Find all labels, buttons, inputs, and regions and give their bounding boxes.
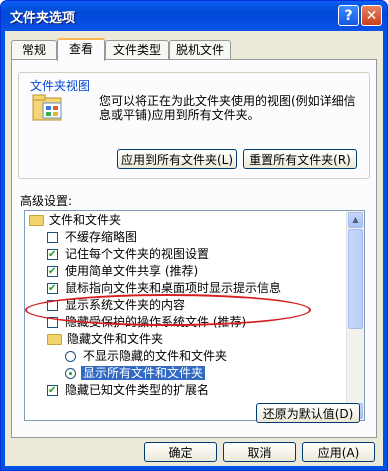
- apply-to-all-folders-button[interactable]: 应用到所有文件夹(L): [117, 149, 237, 169]
- checkbox[interactable]: [47, 246, 58, 263]
- checkbox[interactable]: [47, 300, 58, 311]
- vertical-scrollbar[interactable]: ▲ ▼: [346, 211, 364, 420]
- option-show-hidden[interactable]: 显示所有文件和文件夹: [65, 365, 206, 382]
- option-show-system-folder-contents[interactable]: 显示系统文件夹的内容: [47, 297, 185, 314]
- tree-folder-hidden-files: 隐藏文件和文件夹: [47, 331, 163, 348]
- checkbox[interactable]: [47, 317, 58, 328]
- apply-button[interactable]: 应用(A): [302, 442, 375, 462]
- checkbox[interactable]: [47, 263, 58, 280]
- help-button[interactable]: ?: [338, 5, 359, 26]
- tab-file-types[interactable]: 文件类型: [105, 40, 169, 59]
- option-hide-known-extensions[interactable]: 隐藏已知文件类型的扩展名: [47, 382, 209, 399]
- folder-icon: [47, 334, 62, 345]
- view-tab-panel: 文件夹视图 您可以将正在为此文件夹使用的视图(例如详细信息或平铺)应用到所有文件…: [11, 59, 377, 438]
- option-remember-view-settings[interactable]: 记住每个文件夹的视图设置: [47, 246, 209, 263]
- tab-offline-files[interactable]: 脱机文件: [169, 40, 231, 59]
- folder-views-description: 您可以将正在为此文件夹使用的视图(例如详细信息或平铺)应用到所有文件夹。: [99, 94, 356, 122]
- restore-defaults-button[interactable]: 还原为默认值(D): [256, 403, 360, 423]
- title-bar[interactable]: 文件夹选项 ? ✕: [1, 1, 387, 31]
- radio-button[interactable]: [65, 351, 76, 362]
- option-no-thumbnail-cache[interactable]: 不缓存缩略图: [47, 229, 137, 246]
- tree-folder-files-and-folders: 文件和文件夹: [29, 212, 121, 229]
- tab-general[interactable]: 常规: [11, 40, 57, 59]
- tab-view[interactable]: 查看: [57, 38, 105, 61]
- checkbox[interactable]: [47, 280, 58, 297]
- radio-button[interactable]: [65, 368, 76, 379]
- option-show-popup-description[interactable]: 鼠标指向文件夹和桌面项时显示提示信息: [47, 280, 281, 297]
- window-title: 文件夹选项: [10, 11, 76, 26]
- reset-all-folders-button[interactable]: 重置所有文件夹(R): [243, 149, 357, 169]
- advanced-settings-tree[interactable]: 文件和文件夹 不缓存缩略图 记住每个文件夹的视图设置 使用简单文件共享 (推荐)…: [24, 210, 365, 421]
- ok-button[interactable]: 确定: [144, 442, 217, 462]
- dialog-body: 常规 查看 文件类型 脱机文件 文件夹视图 您可以将正在为此文件夹使用的视图(例…: [5, 31, 383, 466]
- scroll-up-arrow-icon[interactable]: ▲: [348, 212, 363, 228]
- scroll-thumb[interactable]: [348, 229, 363, 329]
- close-button[interactable]: ✕: [361, 5, 382, 26]
- option-do-not-show-hidden[interactable]: 不显示隐藏的文件和文件夹: [65, 348, 227, 365]
- checkbox[interactable]: [47, 232, 58, 243]
- option-hide-protected-os-files[interactable]: 隐藏受保护的操作系统文件 (推荐): [47, 314, 246, 331]
- option-simple-file-sharing[interactable]: 使用简单文件共享 (推荐): [47, 263, 198, 280]
- folder-view-icon: [32, 94, 62, 121]
- folder-views-group: 文件夹视图 您可以将正在为此文件夹使用的视图(例如详细信息或平铺)应用到所有文件…: [18, 72, 370, 179]
- cancel-button[interactable]: 取消: [223, 442, 296, 462]
- checkbox[interactable]: [47, 382, 58, 399]
- advanced-settings-label: 高级设置:: [20, 194, 73, 208]
- folder-icon: [29, 215, 44, 226]
- folder-options-window: 文件夹选项 ? ✕ 常规 查看 文件类型 脱机文件 文件夹视图 您可以将正在为此…: [0, 0, 388, 471]
